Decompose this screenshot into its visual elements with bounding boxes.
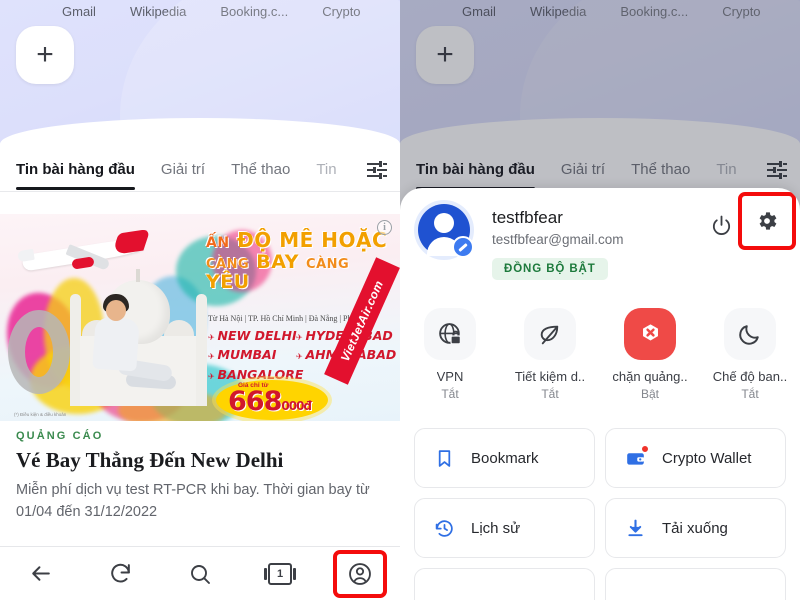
- ad-description: Miễn phí dịch vụ test RT-PCR khi bay. Th…: [16, 482, 370, 520]
- airplane-illustration: [17, 228, 151, 276]
- back-button[interactable]: [17, 554, 63, 594]
- headline-cang1: CÀNG: [206, 257, 250, 272]
- browser-home-header: Gmail Wikipedia Booking.c... Crypto +: [0, 0, 400, 146]
- power-icon: [712, 215, 730, 235]
- account-panel-sheet: testfbfear testfbfear@gmail.com ĐỒNG BỘ …: [400, 188, 800, 600]
- tabs-button[interactable]: 1: [257, 554, 303, 594]
- toggle-data-saver-tile[interactable]: [524, 308, 576, 360]
- tab-giai-tri[interactable]: Giải trí: [161, 161, 205, 178]
- power-button[interactable]: [706, 210, 736, 240]
- toggle-night-mode-tile[interactable]: [724, 308, 776, 360]
- zero-ring-decoration: [8, 310, 70, 394]
- toggle-adblock-tile[interactable]: [624, 308, 676, 360]
- headline-do-me-hoac: ĐỘ MÊ HOẶC: [237, 228, 388, 252]
- toggle-vpn-label: VPN: [436, 369, 464, 384]
- right-phone-screen: Gmail Wikipedia Booking.c... Crypto + Ti…: [400, 0, 800, 600]
- add-shortcut-button[interactable]: +: [16, 26, 74, 84]
- menu-item-bookmark[interactable]: Bookmark: [414, 428, 595, 488]
- ad-creative-image: i ẤN ĐỘ MÊ HOẶC CÀNG BAY CÀNG YÊU Từ Hà …: [0, 214, 400, 421]
- arrow-left-icon: [31, 566, 50, 581]
- price-value: 668000đ: [228, 386, 312, 417]
- plus-icon: +: [36, 38, 54, 71]
- toggle-adblock-label: chặn quảng..: [612, 369, 688, 384]
- pencil-icon[interactable]: [452, 236, 474, 258]
- headline-cang2: CÀNG: [306, 257, 350, 272]
- headline-bay: BAY: [256, 251, 299, 273]
- advertisement-card[interactable]: i ẤN ĐỘ MÊ HOẶC CÀNG BAY CÀNG YÊU Từ Hà …: [0, 192, 400, 544]
- shortcut-crypto[interactable]: Crypto: [322, 4, 360, 19]
- toggle-vpn-tile[interactable]: [424, 308, 476, 360]
- toggle-vpn[interactable]: VPN Tắt: [406, 308, 494, 401]
- avatar-head: [434, 213, 454, 233]
- account-email: testfbfear@gmail.com: [492, 232, 624, 247]
- notification-dot: [641, 445, 649, 453]
- shortcut-booking[interactable]: Booking.c...: [220, 4, 288, 19]
- category-tabstrip: Tin bài hàng đầu Giải trí Thể thao Tin: [0, 146, 400, 192]
- menu-item-history-label: Lịch sử: [471, 519, 521, 537]
- bookmark-icon: [433, 447, 455, 469]
- sliders-icon[interactable]: [366, 160, 388, 180]
- toggle-data-saver-label: Tiết kiệm d..: [514, 369, 586, 384]
- toggle-night-mode-state: Tắt: [741, 387, 759, 401]
- account-circle-icon: [349, 562, 371, 585]
- menu-item-history[interactable]: Lịch sử: [414, 498, 595, 558]
- account-name: testfbfear: [492, 208, 563, 227]
- wallet-icon: [624, 445, 649, 469]
- account-section: testfbfear testfbfear@gmail.com ĐỒNG BỘ …: [400, 188, 800, 300]
- toggle-adblock[interactable]: chặn quảng.. Bật: [606, 308, 694, 401]
- menu-item-crypto-wallet[interactable]: Crypto Wallet: [605, 428, 786, 488]
- toggle-data-saver[interactable]: Tiết kiệm d.. Tắt: [506, 308, 594, 401]
- toggle-data-saver-state: Tắt: [541, 387, 559, 401]
- ad-destinations-left: NEW DELHI MUMBAI BANGALORE: [208, 326, 304, 384]
- toggle-adblock-state: Bật: [640, 387, 659, 401]
- moon-icon: [738, 324, 759, 345]
- profile-button[interactable]: [333, 549, 387, 598]
- bottom-navigation-bar: 1: [0, 546, 400, 600]
- destination-new-delhi: NEW DELHI: [208, 326, 303, 345]
- two-phone-screenshots: Gmail Wikipedia Booking.c... Crypto + Ti…: [0, 0, 800, 600]
- download-icon: [624, 517, 646, 539]
- headline-yeu: YÊU: [206, 270, 250, 293]
- menu-item-crypto-wallet-label: Crypto Wallet: [662, 449, 752, 467]
- menu-item-bookmark-label: Bookmark: [471, 449, 539, 467]
- menu-item-downloads-label: Tải xuống: [662, 519, 728, 537]
- ad-sponsored-label: QUẢNG CÁO: [16, 430, 104, 442]
- reload-button[interactable]: [97, 554, 143, 594]
- search-button[interactable]: [177, 554, 223, 594]
- tabs-count-badge: 1: [264, 562, 296, 585]
- shortcut-gmail[interactable]: Gmail: [62, 4, 96, 19]
- history-icon: [433, 517, 455, 539]
- shortcut-row: Gmail Wikipedia Booking.c... Crypto: [0, 0, 400, 22]
- ad-title[interactable]: Vé Bay Thẳng Đến New Delhi: [16, 448, 386, 473]
- ad-fine-print: (*) Điều kiện & điều khoản: [14, 412, 67, 417]
- search-icon: [191, 564, 210, 584]
- settings-button[interactable]: [738, 192, 796, 250]
- menu-item-partial-right[interactable]: [605, 568, 786, 600]
- left-phone-screen: Gmail Wikipedia Booking.c... Crypto + Ti…: [0, 0, 400, 600]
- header-curve-decoration: [0, 118, 400, 146]
- menu-item-downloads[interactable]: Tải xuống: [605, 498, 786, 558]
- toggle-night-mode[interactable]: Chế độ ban.. Tắt: [706, 308, 794, 401]
- leaf-icon: [540, 325, 558, 344]
- shortcut-wikipedia[interactable]: Wikipedia: [130, 4, 186, 19]
- quick-toggles-row: VPN Tắt Tiết kiệm d.. Tắt chặn quảng.. B…: [400, 300, 800, 428]
- menu-item-partial-left[interactable]: [414, 568, 595, 600]
- menu-grid: Bookmark Crypto Wallet Lịch sử Tải xuống: [400, 428, 800, 600]
- status-badge: ĐỒNG BỘ BẬT: [492, 258, 608, 280]
- headline-an: ẤN: [206, 235, 230, 251]
- tab-the-thao[interactable]: Thể thao: [231, 161, 290, 178]
- tab-tin-bai-hang-dau[interactable]: Tin bài hàng đầu: [16, 161, 135, 190]
- toggle-vpn-state: Tắt: [441, 387, 459, 401]
- info-icon[interactable]: i: [377, 220, 392, 235]
- destination-mumbai: MUMBAI: [208, 345, 303, 364]
- globe-lock-icon: [438, 322, 461, 344]
- reload-icon: [110, 563, 130, 583]
- avatar[interactable]: [418, 204, 474, 258]
- tab-tin[interactable]: Tin: [316, 161, 336, 178]
- toggle-night-mode-label: Chế độ ban..: [712, 369, 788, 384]
- adblock-shield-icon: [642, 323, 658, 341]
- gear-icon: [759, 212, 777, 230]
